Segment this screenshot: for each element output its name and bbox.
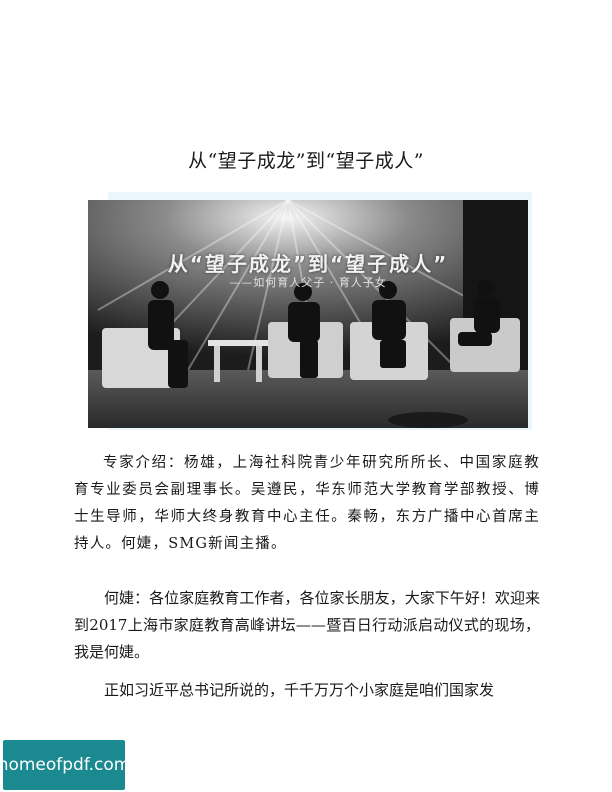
forum-photo: 从“望子成龙”到“望子成人” ——如何育人父子 · 育人子女 [88, 200, 528, 428]
body-paragraph: 正如习近平总书记所说的，千千万万个小家庭是咱们国家发 [104, 681, 495, 699]
expert-intro-paragraph: 专家介绍：杨雄，上海社科院青少年研究所所长、中国家庭教育专业委员会副理事长。吴遵… [74, 455, 540, 552]
host-greeting-paragraph: 何婕：各位家庭教育工作者，各位家长朋友，大家下午好！欢迎来到2017上海市家庭教… [74, 589, 540, 661]
photo-banner-subtitle: ——如何育人父子 · 育人子女 [229, 276, 387, 289]
photo-banner-title: 从“望子成龙”到“望子成人” [167, 252, 449, 276]
stage-illustration [88, 200, 528, 428]
site-watermark[interactable]: homeofpdf.com [0, 740, 130, 790]
article-title: 从“望子成龙”到“望子成人” [188, 150, 424, 172]
